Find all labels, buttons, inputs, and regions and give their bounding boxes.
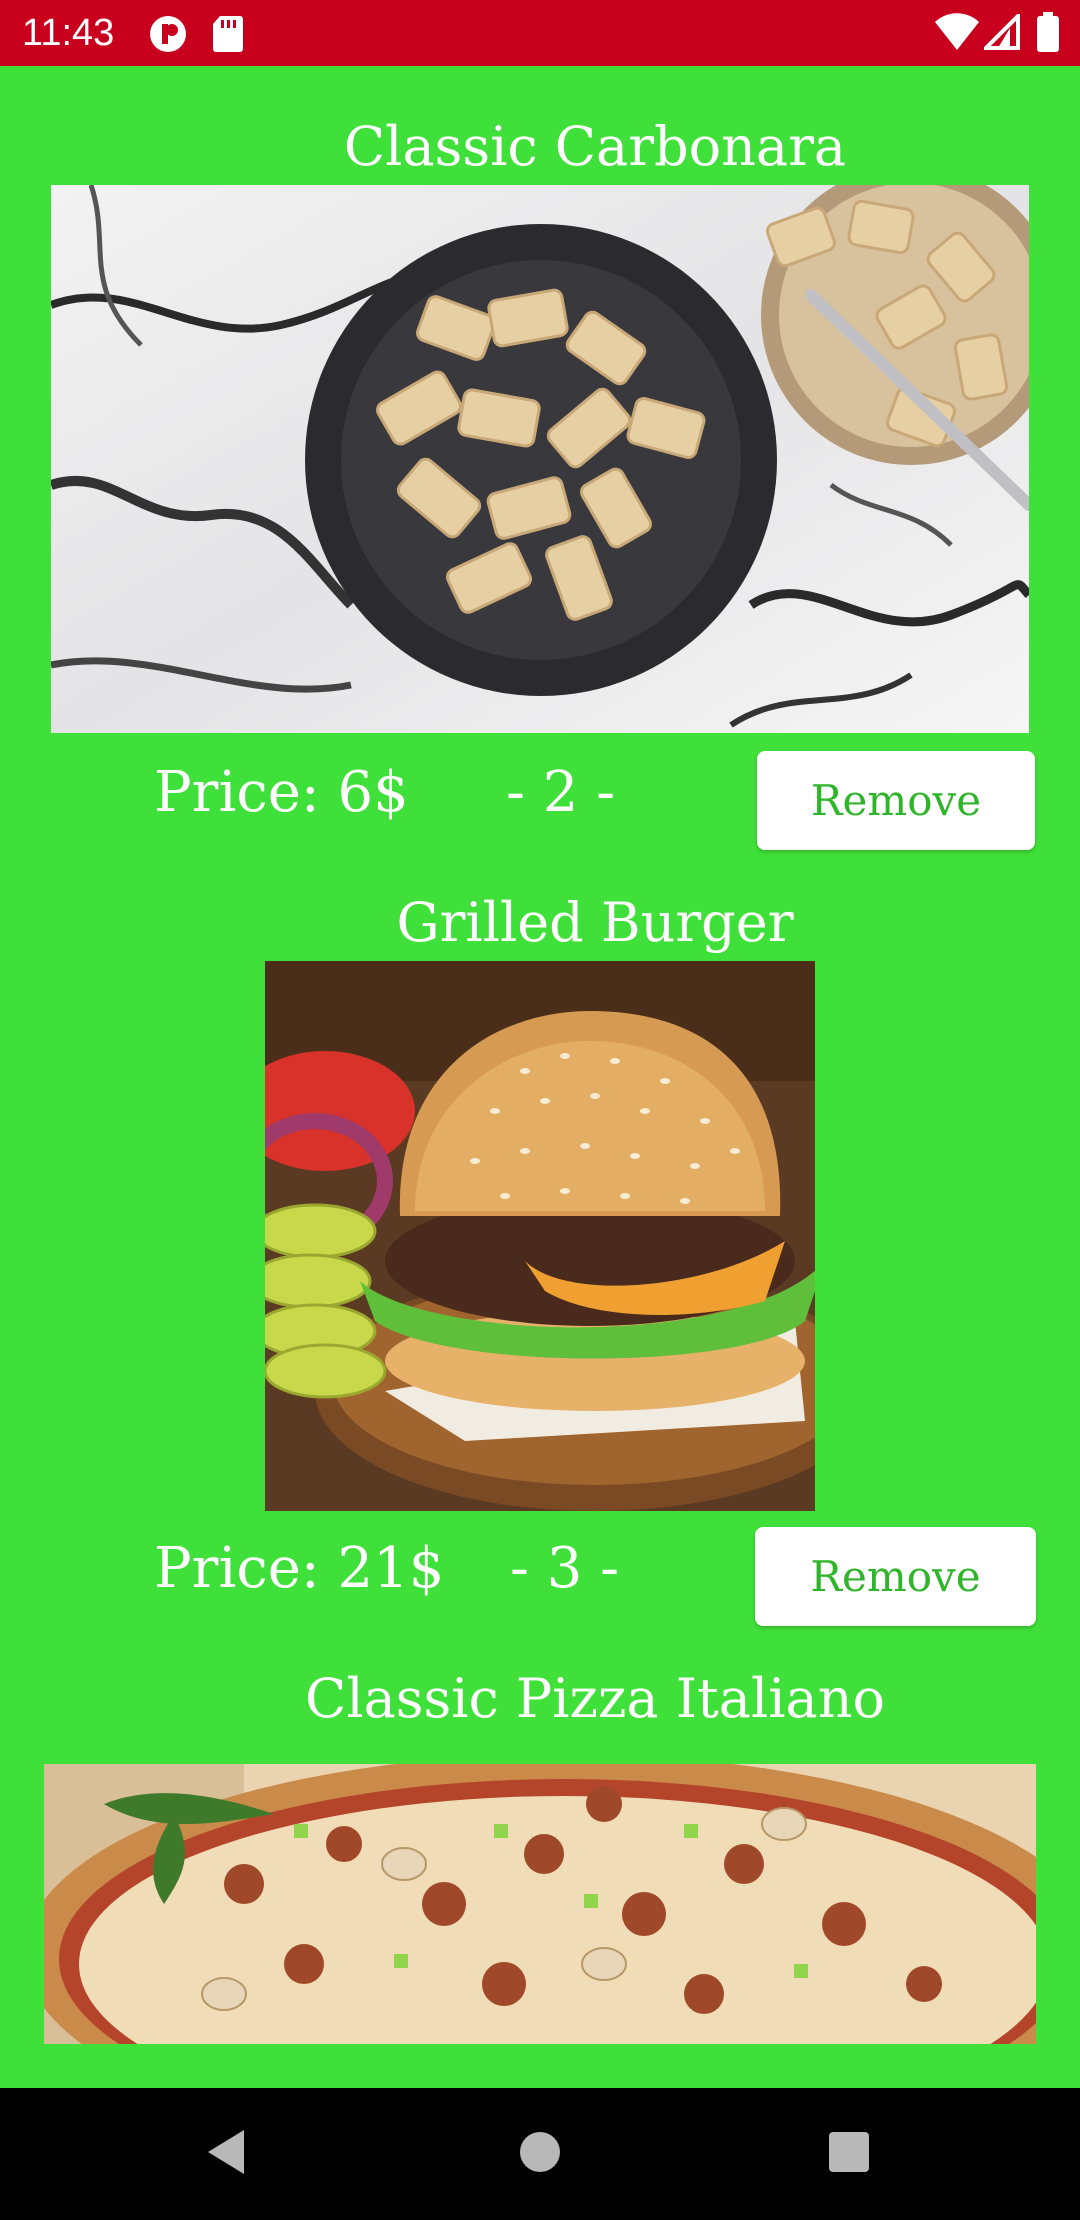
sd-card-icon — [212, 14, 244, 59]
remove-button[interactable]: Remove — [757, 751, 1035, 850]
item-price: Price: 21$ — [154, 1536, 445, 1601]
pizza-photo — [44, 1764, 1036, 2044]
home-icon — [518, 2130, 562, 2178]
status-bar: 11:43 — [0, 0, 1080, 66]
notification-app-icon — [148, 14, 188, 59]
back-icon — [204, 2128, 248, 2180]
item-quantity: - 3 - — [510, 1536, 620, 1601]
recents-icon — [828, 2131, 870, 2177]
remove-button[interactable]: Remove — [755, 1527, 1036, 1626]
home-button[interactable] — [480, 2088, 600, 2220]
recents-button[interactable] — [789, 2088, 909, 2220]
carbonara-pasta-photo — [51, 185, 1029, 733]
signal-icon — [981, 11, 1020, 55]
status-time: 11:43 — [22, 12, 115, 54]
item-quantity: - 2 - — [506, 760, 616, 825]
item-title: Classic Pizza Italiano — [305, 1667, 885, 1730]
item-title: Grilled Burger — [396, 891, 794, 954]
navigation-bar — [0, 2088, 1080, 2220]
item-title: Classic Carbonara — [343, 115, 847, 178]
wifi-icon — [934, 12, 980, 57]
item-price: Price: 6$ — [154, 760, 409, 825]
back-button[interactable] — [166, 2088, 286, 2220]
battery-icon — [1036, 12, 1060, 57]
grilled-burger-photo — [265, 961, 815, 1511]
